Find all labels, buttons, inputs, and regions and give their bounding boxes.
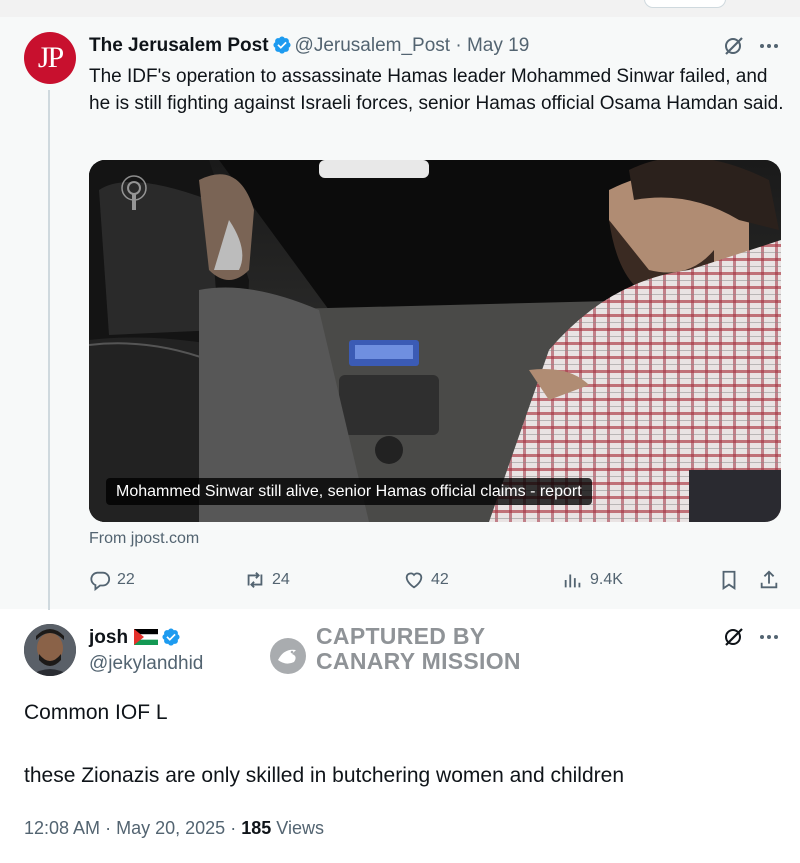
canary-logo-icon <box>270 638 306 674</box>
retweet-action[interactable]: 24 <box>244 568 290 592</box>
reply-views-label: Views <box>276 818 324 838</box>
more-icon[interactable] <box>758 625 780 649</box>
verified-badge-icon <box>162 628 180 646</box>
jerusalem-post-avatar[interactable]: JP <box>24 32 76 84</box>
media-preview[interactable] <box>89 160 781 522</box>
reply-time[interactable]: 12:08 AM <box>24 818 100 838</box>
verified-badge-icon <box>272 36 291 54</box>
reply-author-name[interactable]: josh <box>89 627 184 649</box>
reply-author-handle[interactable]: @jekylandhid <box>89 653 203 675</box>
source-link[interactable]: From jpost.com <box>89 530 199 548</box>
views-count: 9.4K <box>590 571 623 588</box>
reply-text-line-1: Common IOF L <box>24 701 168 724</box>
palestine-flag-icon <box>134 629 159 645</box>
media-caption: Mohammed Sinwar still alive, senior Hama… <box>106 478 592 505</box>
share-action[interactable] <box>758 568 780 592</box>
more-icon[interactable] <box>758 34 780 58</box>
tweet-text: The IDF's operation to assassinate Hamas… <box>89 66 784 114</box>
reply-count: 22 <box>117 571 135 588</box>
reply-date[interactable]: May 20, 2025 <box>116 818 225 838</box>
retweet-icon <box>247 572 263 588</box>
like-icon <box>405 572 423 589</box>
views-action[interactable]: 9.4K <box>562 568 623 592</box>
tweet-date[interactable]: May 19 <box>467 35 529 56</box>
reply-text-line-2: these Zionazis are only skilled in butch… <box>24 764 624 787</box>
top-bar-remnant <box>0 0 800 17</box>
bookmark-icon <box>722 570 736 590</box>
share-icon <box>760 570 778 589</box>
author-name[interactable]: The Jerusalem Post <box>89 35 269 56</box>
like-count: 42 <box>431 571 449 588</box>
top-pill-button[interactable] <box>644 0 726 8</box>
quoted-tweet-header: The Jerusalem Post @Jerusalem_Post · May … <box>89 35 530 56</box>
views-icon <box>564 574 581 588</box>
watermark-line2: CANARY MISSION <box>316 648 521 674</box>
watermark-line1: CAPTURED BY <box>316 623 486 649</box>
retweet-count: 24 <box>272 571 290 588</box>
reply-action[interactable]: 22 <box>89 568 135 592</box>
josh-avatar[interactable] <box>24 624 76 676</box>
grok-icon[interactable] <box>722 625 746 649</box>
grok-icon[interactable] <box>722 34 746 58</box>
watermark: CAPTURED BY CANARY MISSION <box>316 624 521 674</box>
thread-line <box>48 90 50 618</box>
reply-icon <box>90 571 111 591</box>
like-action[interactable]: 42 <box>403 568 449 592</box>
reply-meta: 12:08 AM · May 20, 2025 · 185 Views <box>24 818 324 838</box>
josh-avatar-image <box>24 624 76 676</box>
bookmark-action[interactable] <box>718 568 740 592</box>
author-handle[interactable]: @Jerusalem_Post <box>295 35 451 56</box>
video-frame-image <box>89 160 781 522</box>
reply-views-count: 185 <box>241 818 272 838</box>
